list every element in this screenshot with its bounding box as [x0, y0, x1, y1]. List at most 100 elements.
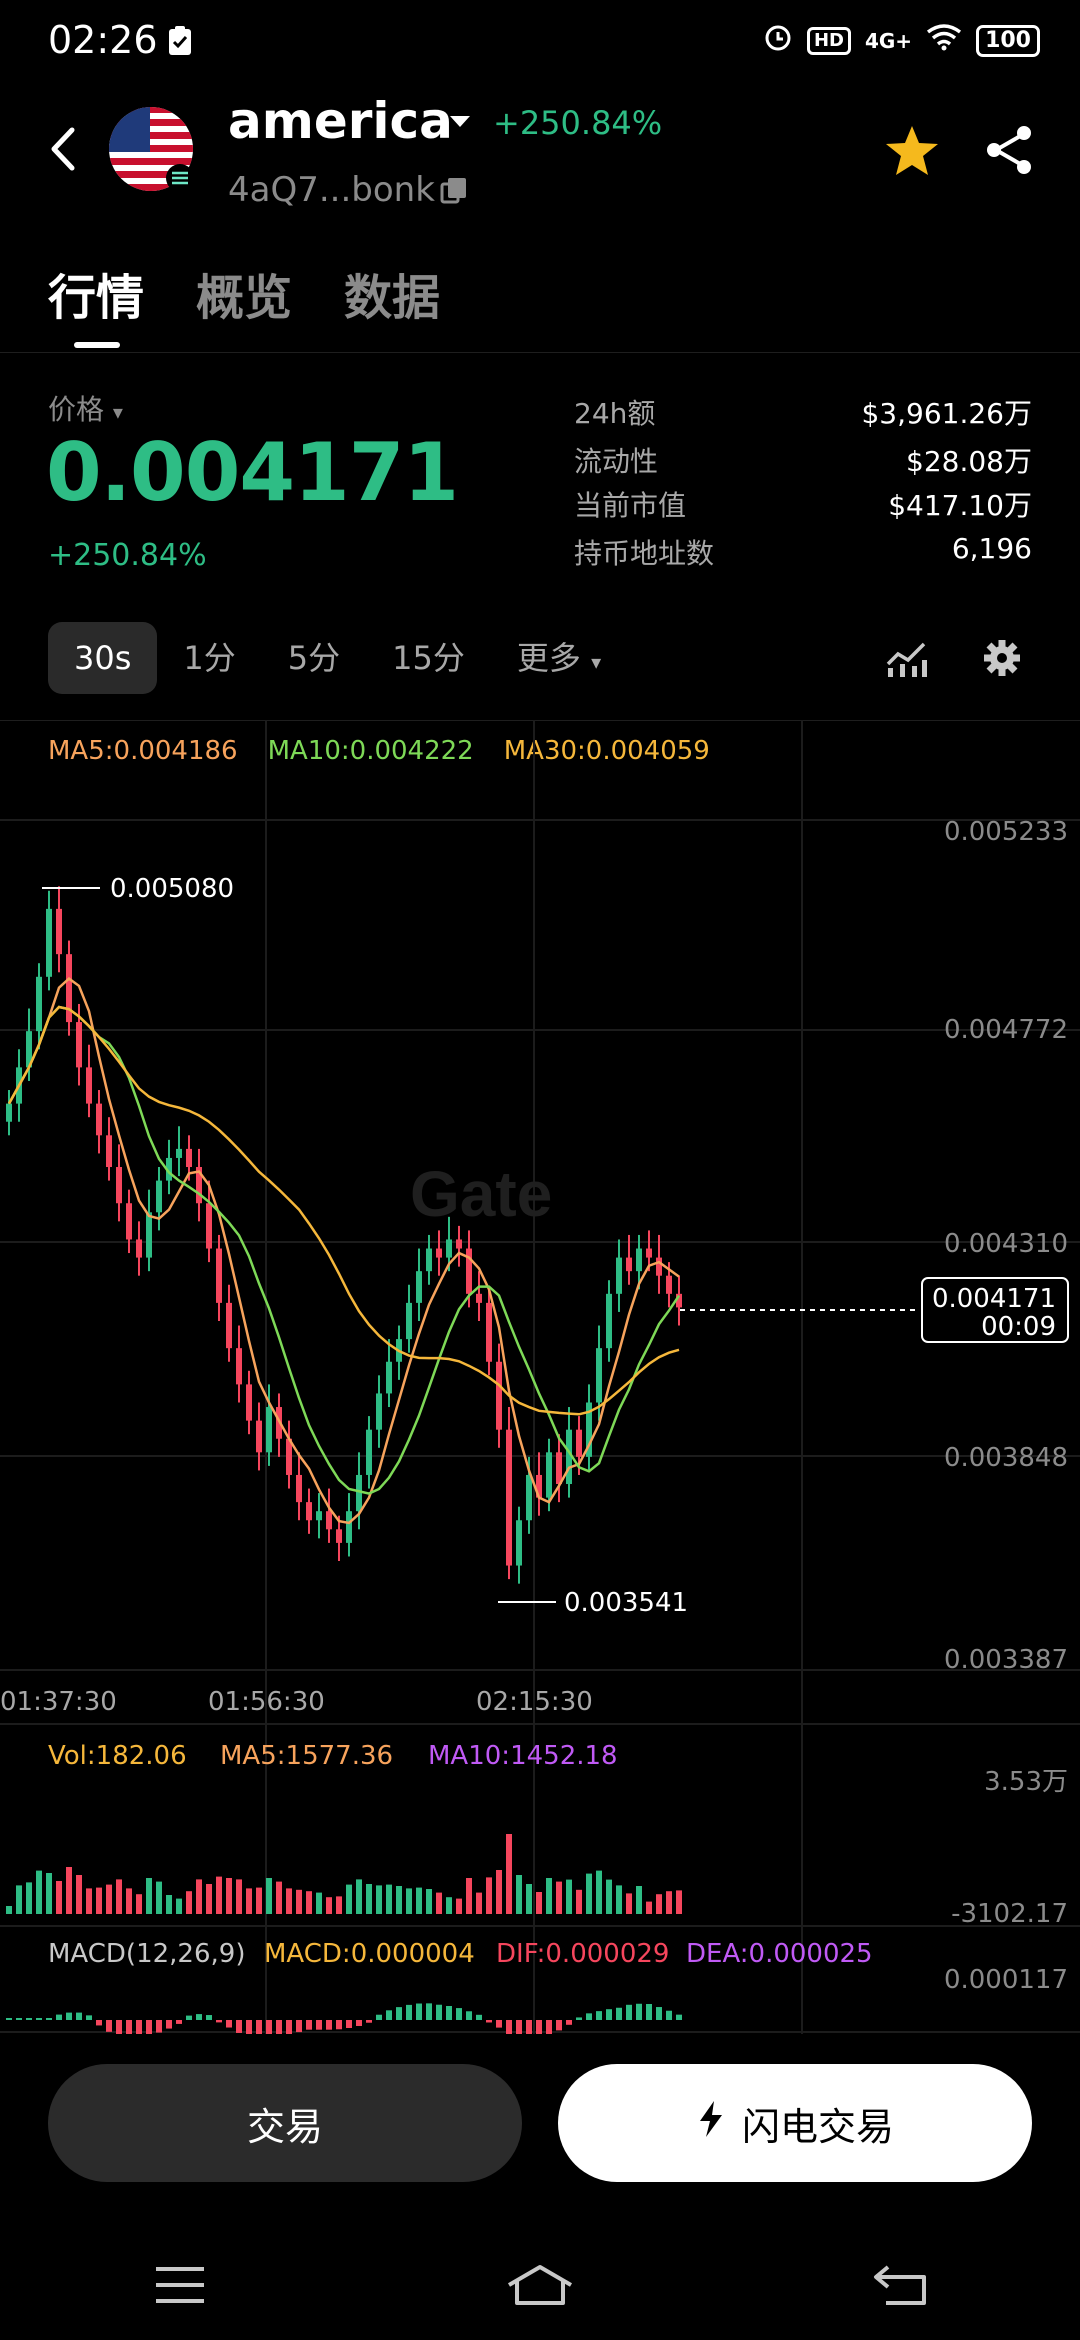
star-icon[interactable] — [884, 124, 940, 182]
macd-bar — [296, 2020, 302, 2033]
macd-bar — [186, 2015, 192, 2020]
macd-bar — [46, 2018, 52, 2020]
macd-bar — [526, 2020, 532, 2034]
indicator-icon[interactable] — [884, 638, 928, 682]
candle-body — [596, 1348, 602, 1403]
volume-bar — [176, 1898, 182, 1914]
volume-bar — [606, 1879, 612, 1914]
volume-bar — [326, 1897, 332, 1914]
candle-body — [86, 1067, 92, 1104]
candle-body — [426, 1248, 432, 1272]
volume-bar — [486, 1877, 492, 1914]
candle-body — [516, 1520, 522, 1566]
candle-body — [496, 1361, 502, 1430]
macd-bar — [516, 2020, 522, 2034]
copy-icon[interactable] — [440, 176, 468, 208]
volume-bar — [346, 1884, 352, 1914]
volume-bar — [136, 1894, 142, 1914]
trade-button[interactable]: 交易 — [48, 2064, 522, 2182]
volume-bar — [596, 1870, 602, 1914]
candle-body — [446, 1239, 452, 1258]
price-label[interactable]: 价格 ▾ — [48, 388, 123, 428]
candle-body — [206, 1203, 212, 1249]
back-nav-icon[interactable] — [865, 2250, 935, 2320]
lightning-icon — [696, 2099, 726, 2148]
chevron-down-icon[interactable] — [448, 114, 472, 134]
macd-bar — [366, 2020, 372, 2023]
stat-value-volume: $3,961.26万 — [861, 397, 1032, 430]
share-icon[interactable] — [984, 124, 1034, 180]
candle-body — [336, 1529, 342, 1543]
candle-body — [36, 976, 42, 1032]
clipboard-icon — [168, 26, 192, 60]
macd-bar — [496, 2020, 502, 2028]
volume-bar — [126, 1888, 132, 1914]
volume-bar — [156, 1881, 162, 1914]
candle-body — [156, 1180, 162, 1213]
interval-1m[interactable]: 1分 — [157, 622, 261, 694]
macd-bar — [486, 2020, 492, 2023]
volume-bar — [286, 1888, 292, 1914]
volume-bar — [246, 1888, 252, 1914]
macd-bar — [266, 2020, 272, 2034]
macd-bar — [666, 2010, 672, 2020]
home-icon[interactable] — [505, 2250, 575, 2320]
price-value: 0.004171 — [46, 426, 459, 519]
price-chart[interactable]: Gate 0.005233 0.004772 0.004310 0.003848… — [0, 718, 1080, 2034]
candle-body — [366, 1429, 372, 1475]
interval-5m[interactable]: 5分 — [262, 622, 366, 694]
countdown-label: 00:09 — [981, 1312, 1056, 1342]
x-tick: 02:15:30 — [476, 1687, 593, 1717]
volume-bar — [656, 1894, 662, 1914]
macd-bar — [26, 2018, 32, 2020]
candle-body — [126, 1203, 132, 1240]
candle-body — [116, 1167, 122, 1204]
candle-body — [556, 1452, 562, 1485]
tab-overview[interactable]: 概览 — [196, 258, 292, 328]
volume-bar — [366, 1884, 372, 1914]
interval-15m[interactable]: 15分 — [366, 622, 491, 694]
volume-bar — [296, 1889, 302, 1914]
candle-body — [346, 1511, 352, 1543]
volume-bar — [406, 1888, 412, 1914]
vol-ma5-label: MA5:1577.36 — [220, 1741, 393, 1771]
macd-bar — [66, 2012, 72, 2020]
macd-bar — [566, 2020, 572, 2025]
token-address: 4aQ7...bonk — [228, 170, 435, 210]
macd-bar — [636, 2003, 642, 2020]
volume-bar — [236, 1879, 242, 1914]
candle-body — [456, 1239, 462, 1249]
token-name[interactable]: america — [228, 92, 453, 150]
menu-icon[interactable] — [145, 2250, 215, 2320]
volume-bar — [566, 1879, 572, 1914]
volume-bars-layer — [6, 1834, 682, 1914]
x-tick: 01:37:30 — [0, 1687, 117, 1717]
macd-bar — [426, 2003, 432, 2020]
stat-value-liquidity: $28.08万 — [906, 445, 1032, 478]
volume-bar — [66, 1867, 72, 1914]
volume-bar — [416, 1887, 422, 1914]
volume-bar — [146, 1878, 152, 1914]
candle-body — [486, 1302, 492, 1362]
tab-data[interactable]: 数据 — [344, 258, 440, 328]
volume-bar — [616, 1885, 622, 1914]
alarm-icon — [763, 22, 793, 59]
flash-trade-button[interactable]: 闪电交易 — [558, 2064, 1032, 2182]
settings-gear-icon[interactable] — [982, 638, 1022, 682]
status-time: 02:26 — [48, 18, 158, 62]
macd-bar — [576, 2017, 582, 2020]
interval-30s[interactable]: 30s — [48, 622, 158, 694]
volume-bar — [206, 1884, 212, 1914]
macd-bar — [586, 2013, 592, 2020]
vol-ma10-label: MA10:1452.18 — [428, 1741, 618, 1771]
macd-bar — [466, 2011, 472, 2020]
back-button[interactable] — [48, 126, 78, 176]
macd-bar — [36, 2018, 42, 2020]
interval-more[interactable]: 更多 ▾ — [491, 622, 627, 694]
candle-body — [56, 908, 62, 955]
tab-market[interactable]: 行情 — [48, 258, 144, 328]
macd-bar — [676, 2014, 682, 2020]
stat-value-holders: 6,196 — [951, 532, 1032, 565]
candle-body — [6, 1103, 12, 1122]
macd-bar — [616, 2007, 622, 2020]
